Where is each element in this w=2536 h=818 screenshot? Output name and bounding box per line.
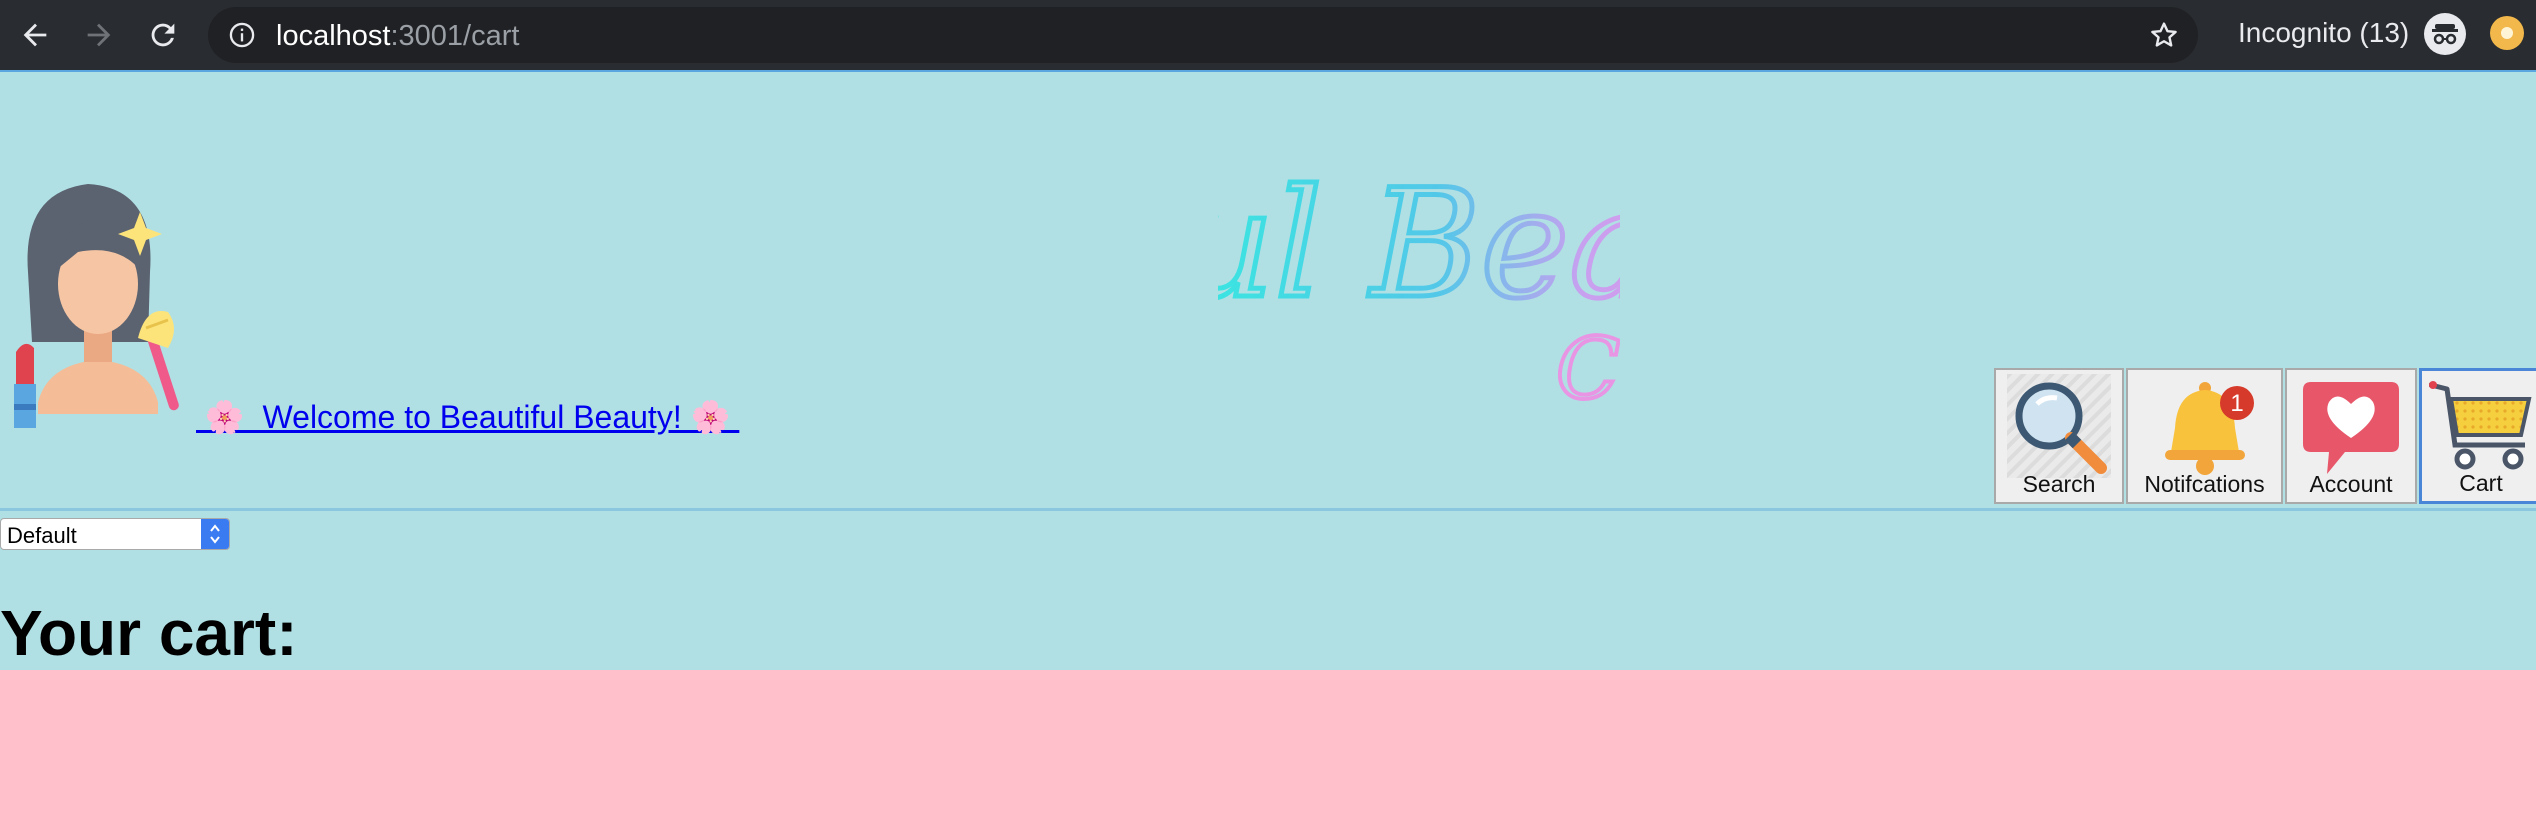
notifications-button[interactable]: 1 Notifcations: [2126, 368, 2283, 504]
notifications-label: Notifcations: [2144, 471, 2265, 497]
reload-icon: [151, 23, 175, 47]
select-arrows-icon[interactable]: [201, 519, 229, 549]
account-button[interactable]: Account: [2285, 368, 2417, 504]
account-label: Account: [2309, 471, 2393, 497]
forward-arrow-icon: [87, 23, 111, 47]
cart-items-panel: [0, 670, 2536, 818]
site-info-icon[interactable]: [228, 21, 256, 49]
url-text[interactable]: localhost:3001/cart: [276, 20, 519, 53]
cart-heading: Your cart:: [0, 597, 298, 669]
address-bar[interactable]: localhost:3001/cart: [208, 7, 2198, 63]
notification-badge-icon: 1: [2220, 386, 2254, 420]
back-button[interactable]: [12, 12, 58, 58]
magnifier-icon: [2007, 374, 2111, 478]
browser-toolbar: localhost:3001/cart Incognito (13): [0, 0, 2536, 72]
cart-label: Cart: [2459, 470, 2503, 496]
bookmark-star-icon[interactable]: [2148, 19, 2180, 51]
brand-logo[interactable]: ul Beau C: [1218, 106, 1620, 415]
welcome-link[interactable]: 🌸 Welcome to Beautiful Beauty! 🌸: [196, 398, 739, 436]
forward-button[interactable]: [76, 12, 122, 58]
profile-avatar[interactable]: [2490, 16, 2524, 50]
sort-select[interactable]: Default: [0, 518, 230, 550]
incognito-icon[interactable]: [2424, 13, 2466, 55]
heart-chat-icon: [2303, 382, 2399, 474]
incognito-label[interactable]: Incognito (13): [2238, 17, 2409, 49]
header-nav: Search 1 Notifcations Account Cart: [1994, 368, 2536, 508]
search-label: Search: [2022, 471, 2096, 497]
reload-button[interactable]: [140, 12, 186, 58]
site-header: 🌸 Welcome to Beautiful Beauty! 🌸 ul Beau…: [0, 72, 2536, 509]
header-divider: [0, 508, 2536, 511]
beauty-avatar-icon: [14, 184, 179, 428]
sort-select-value: Default: [7, 523, 77, 548]
url-path: :3001/cart: [390, 20, 520, 52]
back-arrow-icon: [23, 23, 47, 47]
logo-fragment-text: C: [1556, 320, 1620, 414]
logo-script-text: ul Beau: [1218, 158, 1620, 332]
cart-button[interactable]: Cart: [2419, 368, 2536, 504]
notification-badge-count: 1: [2230, 390, 2243, 417]
shopping-cart-icon: [2429, 381, 2532, 470]
search-button[interactable]: Search: [1994, 368, 2124, 504]
url-host: localhost: [276, 20, 391, 52]
